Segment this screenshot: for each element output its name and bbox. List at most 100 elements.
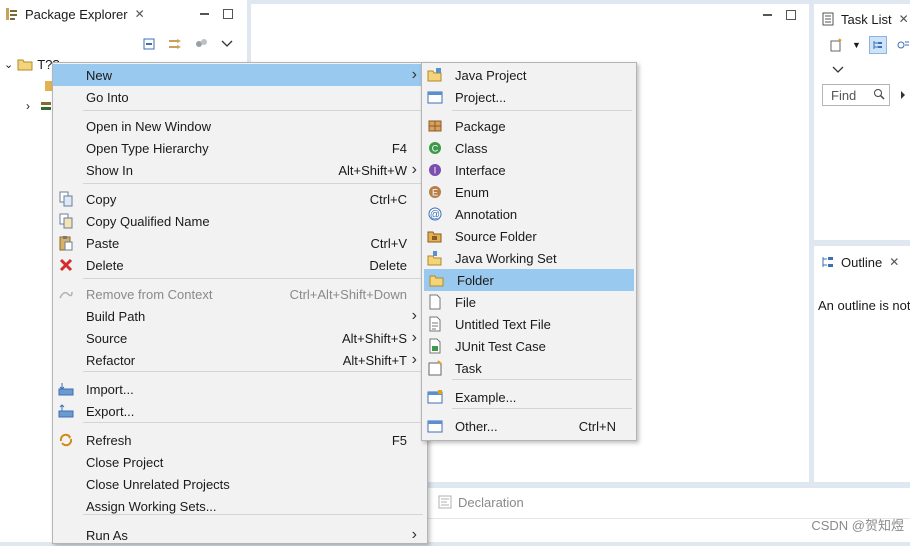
tab-declaration[interactable]: Declaration	[437, 494, 524, 510]
new-item-interface[interactable]: I Interface	[422, 159, 636, 181]
filter-icon[interactable]	[193, 36, 209, 52]
copy-icon	[58, 191, 74, 207]
new-item-task[interactable]: Task	[422, 357, 636, 379]
new-item-source-folder[interactable]: Source Folder	[422, 225, 636, 247]
menu-item-label: Folder	[457, 272, 494, 288]
menu-item-label: Project...	[455, 89, 507, 105]
categorized-icon[interactable]	[868, 36, 887, 54]
menu-item-copy-qualified-name[interactable]: Copy Qualified Name	[53, 210, 427, 232]
new-item-enum[interactable]: E Enum	[422, 181, 636, 203]
menu-item-shortcut: Ctrl+N	[578, 418, 616, 434]
tab-package-explorer[interactable]: Package Explorer ✕	[4, 6, 145, 22]
new-submenu: Java Project Project... Package C Class I Inte…	[421, 62, 637, 441]
new-item-project[interactable]: Project...	[422, 86, 636, 108]
close-icon[interactable]: ✕	[889, 255, 899, 269]
menu-item-label: Interface	[455, 162, 506, 178]
new-item-package[interactable]: Package	[422, 115, 636, 137]
menu-item-build-path[interactable]: Build Path ›	[53, 305, 427, 327]
new-item-folder[interactable]: Folder	[424, 269, 634, 291]
tab-task-list[interactable]: Task List ✕	[820, 11, 909, 27]
menu-item-open-type-hierarchy[interactable]: Open Type Hierarchy F4	[53, 137, 427, 159]
project-folder-icon	[17, 56, 33, 72]
new-item-java-project[interactable]: Java Project	[422, 64, 636, 86]
task-icon	[427, 360, 443, 376]
new-item-example[interactable]: Example...	[422, 386, 636, 408]
find-field[interactable]: Find	[822, 84, 890, 106]
menu-item-assign-working-sets[interactable]: Assign Working Sets...	[53, 495, 427, 517]
dropdown-arrow-icon[interactable]: ▼	[852, 40, 861, 50]
menu-item-run-as[interactable]: Run As ›	[53, 524, 427, 546]
menu-item-new[interactable]: New ›	[53, 64, 427, 86]
menu-item-shortcut: Ctrl+C	[369, 191, 407, 207]
task-list-view: Task List ✕ ▼ Find	[814, 4, 910, 240]
chevron-down-icon[interactable]: ⌄	[4, 58, 13, 71]
scheduled-icon[interactable]	[895, 37, 910, 53]
minimize-icon[interactable]	[200, 13, 209, 15]
tab-label: Declaration	[458, 494, 524, 510]
menu-item-delete[interactable]: Delete Delete	[53, 254, 427, 276]
new-task-icon[interactable]	[828, 37, 844, 53]
new-item-untitled-text-file[interactable]: Untitled Text File	[422, 313, 636, 335]
delete-icon	[58, 257, 74, 273]
menu-item-label: Class	[455, 140, 488, 156]
menu-item-import[interactable]: Import...	[53, 378, 427, 400]
watermark: CSDN @贺知煜	[811, 518, 904, 533]
menu-item-label: Enum	[455, 184, 489, 200]
svg-text:E: E	[432, 188, 438, 198]
junit-icon	[427, 338, 443, 354]
menu-item-refresh[interactable]: Refresh F5	[53, 429, 427, 451]
menu-item-paste[interactable]: Paste Ctrl+V	[53, 232, 427, 254]
menu-item-shortcut: Alt+Shift+W	[338, 162, 407, 178]
remove-context-icon	[58, 286, 74, 302]
menu-item-shortcut: Alt+Shift+S	[341, 330, 407, 346]
menu-item-label: Java Working Set	[455, 250, 557, 266]
menu-item-source[interactable]: Source Alt+Shift+S ›	[53, 327, 427, 349]
menu-item-export[interactable]: Export...	[53, 400, 427, 422]
menu-item-refactor[interactable]: Refactor Alt+Shift+T ›	[53, 349, 427, 371]
package-icon	[427, 118, 443, 134]
menu-separator	[83, 422, 423, 423]
menu-item-label: Build Path	[86, 308, 146, 324]
menu-item-show-in[interactable]: Show In Alt+Shift+W ›	[53, 159, 427, 181]
new-item-junit-test-case[interactable]: JUnit Test Case	[422, 335, 636, 357]
new-item-class[interactable]: C Class	[422, 137, 636, 159]
new-item-file[interactable]: File	[422, 291, 636, 313]
collapse-all-icon[interactable]	[141, 36, 157, 52]
paste-icon	[58, 235, 74, 251]
view-menu-icon[interactable]	[219, 36, 235, 52]
menu-separator	[452, 379, 632, 380]
view-controls	[200, 9, 233, 19]
menu-item-label: Source	[86, 330, 128, 346]
view-menu-icon[interactable]	[832, 62, 844, 77]
maximize-icon[interactable]	[786, 10, 796, 20]
menu-separator	[452, 408, 632, 409]
minimize-icon[interactable]	[763, 14, 772, 16]
menu-item-shortcut: Ctrl+Alt+Shift+Down	[289, 286, 407, 302]
declaration-icon	[437, 494, 453, 510]
close-icon[interactable]: ✕	[135, 7, 145, 21]
menu-item-label: Close Project	[86, 454, 164, 470]
menu-item-label: File	[455, 294, 476, 310]
editor-controls	[763, 10, 796, 20]
close-icon[interactable]: ✕	[899, 12, 909, 26]
maximize-icon[interactable]	[223, 9, 233, 19]
new-item-java-working-set[interactable]: Java Working Set	[422, 247, 636, 269]
tab-label: Task List	[841, 11, 892, 27]
link-editor-icon[interactable]	[167, 36, 183, 52]
new-item-other[interactable]: Other... Ctrl+N	[422, 415, 636, 437]
menu-item-open-in-new-window[interactable]: Open in New Window	[53, 115, 427, 137]
chevron-right-icon[interactable]: ›	[26, 99, 30, 113]
tree-row-child-2[interactable]: ›	[26, 98, 54, 114]
svg-text:@: @	[430, 210, 440, 221]
menu-item-go-into[interactable]: Go Into	[53, 86, 427, 108]
menu-item-close-unrelated-projects[interactable]: Close Unrelated Projects	[53, 473, 427, 495]
submenu-arrow-icon: ›	[411, 351, 417, 368]
menu-item-close-project[interactable]: Close Project	[53, 451, 427, 473]
chevron-right-icon[interactable]	[900, 88, 906, 103]
menu-item-copy[interactable]: Copy Ctrl+C	[53, 188, 427, 210]
java-project-icon	[427, 67, 443, 83]
new-item-annotation[interactable]: @ Annotation	[422, 203, 636, 225]
search-icon[interactable]	[873, 88, 885, 103]
tab-outline[interactable]: Outline ✕	[820, 254, 899, 270]
copy-qualified-icon	[58, 213, 74, 229]
